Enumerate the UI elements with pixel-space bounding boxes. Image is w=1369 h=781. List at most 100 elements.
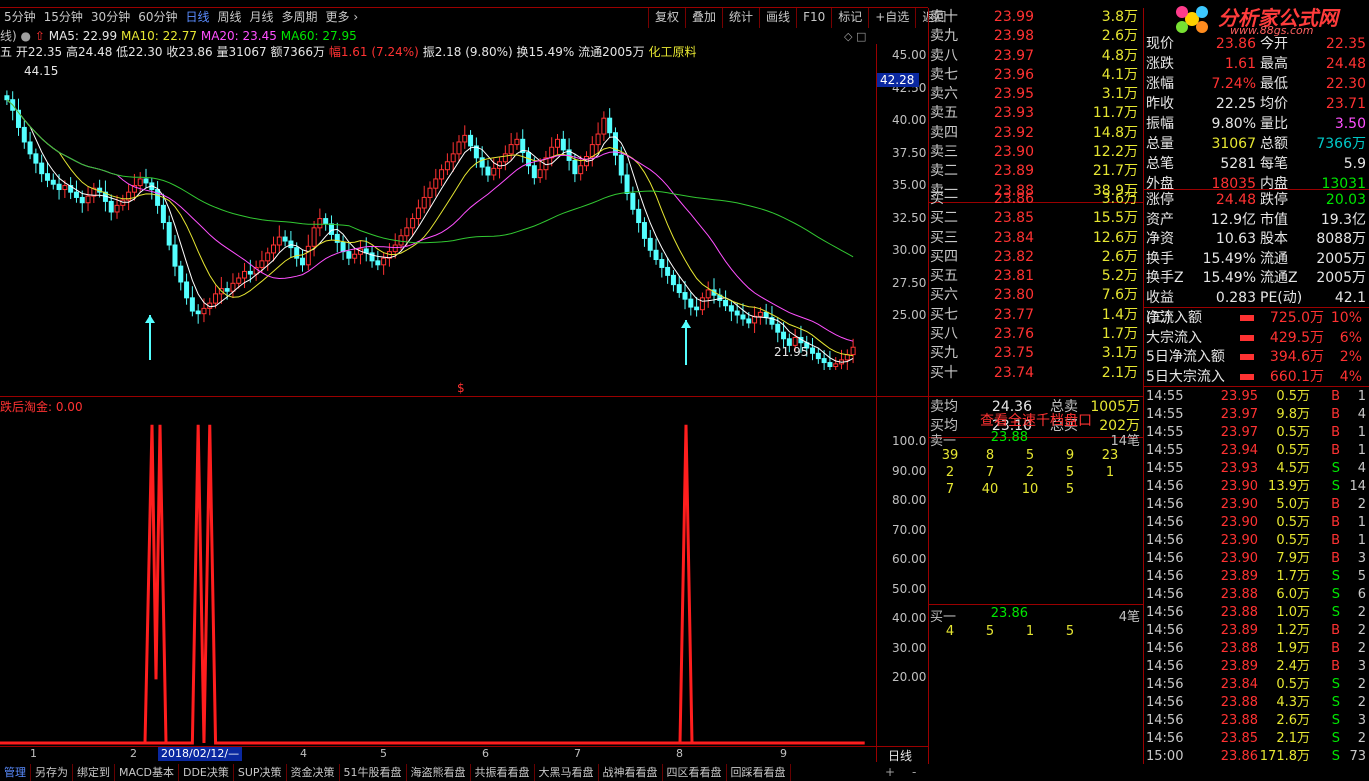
- diamond-icon[interactable]: ◇ □: [844, 30, 866, 43]
- book-row[interactable]: 买八 23.76 1.7万: [930, 325, 1142, 344]
- toolbar-button[interactable]: 复权: [648, 8, 685, 28]
- candle-body: [682, 292, 688, 300]
- plus-icon[interactable]: +: [885, 765, 895, 779]
- sub-yaxis-tick: 30.00: [892, 640, 927, 655]
- tick-count: 2: [1357, 731, 1366, 746]
- bottom-tab[interactable]: MACD基本: [115, 764, 179, 781]
- depth-link[interactable]: 查看全速千档盘口: [980, 410, 1092, 430]
- sell1-count: 14笔: [1110, 434, 1140, 449]
- stat-value: 15.49%: [1202, 270, 1256, 286]
- bottom-tab[interactable]: 四区看看盘: [663, 764, 727, 781]
- bottom-tab[interactable]: 大黑马看盘: [535, 764, 599, 781]
- candle-body: [665, 266, 671, 276]
- book-row[interactable]: 卖六 23.95 3.1万: [930, 85, 1142, 104]
- book-row[interactable]: 卖五 23.93 11.7万: [930, 104, 1142, 123]
- toolbar-button[interactable]: 叠加: [685, 8, 722, 28]
- period-tab[interactable]: 60分钟: [134, 8, 181, 28]
- tick-time: 14:56: [1146, 551, 1184, 566]
- bottom-tab[interactable]: 回踩看看盘: [727, 764, 791, 781]
- period-tab[interactable]: 5分钟: [0, 8, 40, 28]
- tick-direction: B: [1331, 623, 1340, 638]
- book-row[interactable]: 买七 23.77 1.4万: [930, 306, 1142, 325]
- book-price: 23.76: [993, 326, 1034, 343]
- stat-label: 收益(二): [1146, 289, 1174, 326]
- tick-list[interactable]: 14:55 23.95 0.5万 B 1 14:55 23.97 9.8万 B 4 14:55 23.…: [1146, 388, 1368, 766]
- candlestick-chart[interactable]: [0, 60, 876, 370]
- book-row[interactable]: 卖七 23.96 4.1万: [930, 66, 1142, 85]
- tick-price: 23.90: [1220, 533, 1258, 548]
- ma60-label: MA60: 27.95: [280, 29, 357, 43]
- stat-value-2: 20.03: [1325, 192, 1366, 208]
- bottom-tab[interactable]: 另存为: [31, 764, 73, 781]
- period-tab[interactable]: 多周期: [278, 8, 322, 28]
- candle-body: [178, 265, 184, 283]
- book-row[interactable]: 卖三 23.90 12.2万: [930, 143, 1142, 162]
- period-tab[interactable]: 更多 ›: [322, 8, 363, 28]
- candle-body: [172, 244, 178, 267]
- tick-time: 14:55: [1146, 389, 1184, 404]
- stat-value: 15.49%: [1202, 250, 1256, 267]
- book-row[interactable]: 买一 23.86 3.6万: [930, 190, 1142, 209]
- period-tab[interactable]: 周线: [214, 8, 246, 28]
- candle-body: [195, 310, 201, 315]
- period-tab[interactable]: 30分钟: [87, 8, 134, 28]
- candle-body: [143, 178, 149, 184]
- book-row[interactable]: 卖二 23.89 21.7万: [930, 162, 1142, 181]
- ma5-label: MA5: 22.99: [48, 29, 118, 43]
- candle-body: [242, 270, 248, 279]
- candle-body: [236, 277, 242, 284]
- book-row[interactable]: 买五 23.81 5.2万: [930, 267, 1142, 286]
- candle-body: [763, 311, 769, 319]
- book-row[interactable]: 买九 23.75 3.1万: [930, 344, 1142, 363]
- signal-spike: [143, 424, 168, 744]
- minus-icon[interactable]: -: [912, 765, 916, 779]
- toolbar-button[interactable]: 标记: [831, 8, 868, 28]
- sell1-label: 卖一: [930, 434, 957, 449]
- bottom-tab[interactable]: 绑定到: [73, 764, 115, 781]
- bottom-tab[interactable]: 战神看看盘: [599, 764, 663, 781]
- bottom-tab[interactable]: 管理: [0, 764, 31, 781]
- tick-count: 6: [1357, 587, 1366, 602]
- bottom-tab[interactable]: 共振看看盘: [471, 764, 535, 781]
- tick-row: 14:56 23.90 13.9万 S 14: [1146, 478, 1368, 496]
- book-row[interactable]: 买二 23.85 15.5万: [930, 209, 1142, 228]
- bottom-tab[interactable]: 海盗熊看盘: [407, 764, 471, 781]
- toolbar-button[interactable]: 画线: [759, 8, 796, 28]
- candle-body: [444, 161, 450, 171]
- period-tab[interactable]: 日线: [181, 8, 213, 28]
- bottom-tab[interactable]: 资金决策: [287, 764, 340, 781]
- sell1-queue: 卖一 23.88 14笔 39 8 5 9 23 2 7 2 5 1 7 40 10 5: [930, 430, 1142, 499]
- toolbar-button[interactable]: F10: [796, 8, 831, 28]
- book-row[interactable]: 卖四 23.92 14.8万: [930, 124, 1142, 143]
- book-row[interactable]: 卖八 23.97 4.8万: [930, 47, 1142, 66]
- settings-icon[interactable]: ●: [21, 29, 31, 43]
- book-row[interactable]: 买六 23.80 7.6万: [930, 286, 1142, 305]
- period-tab[interactable]: 月线: [246, 8, 278, 28]
- ma10-label: MA10: 22.77: [120, 29, 198, 43]
- book-level: 卖三: [930, 144, 958, 161]
- period-label[interactable]: 日线: [888, 747, 912, 764]
- candle-body: [450, 153, 456, 163]
- toolbar-button[interactable]: 统计: [722, 8, 759, 28]
- period-tab[interactable]: 15分钟: [40, 8, 87, 28]
- sub-yaxis-tick: 40.00: [892, 611, 927, 625]
- tick-direction: B: [1331, 515, 1340, 530]
- tick-row: 14:56 23.88 2.6万 S 3: [1146, 712, 1368, 730]
- bottom-tab[interactable]: SUP决策: [234, 764, 287, 781]
- indicator-chart[interactable]: [0, 396, 876, 746]
- book-row[interactable]: 买四 23.82 2.6万: [930, 248, 1142, 267]
- candle-body: [73, 191, 79, 198]
- book-row[interactable]: 买十 23.74 2.1万: [930, 364, 1142, 383]
- book-row[interactable]: 卖九 23.98 2.6万: [930, 27, 1142, 46]
- book-row[interactable]: 买三 23.84 12.6万: [930, 229, 1142, 248]
- toolbar-button[interactable]: +自选: [868, 8, 915, 28]
- tick-row: 14:55 23.97 0.5万 B 1: [1146, 424, 1368, 442]
- tick-volume: 1.0万: [1276, 605, 1310, 620]
- bottom-tab[interactable]: DDE决策: [179, 764, 234, 781]
- stat-label: 净资: [1146, 231, 1174, 247]
- sub-yaxis-tick: 20.00: [892, 670, 927, 684]
- book-volume: 4.1万: [1101, 66, 1138, 83]
- book-row[interactable]: 卖十 23.99 3.8万: [930, 8, 1142, 27]
- bottom-tab[interactable]: 51牛股看盘: [340, 764, 407, 781]
- tick-volume: 4.5万: [1276, 461, 1310, 476]
